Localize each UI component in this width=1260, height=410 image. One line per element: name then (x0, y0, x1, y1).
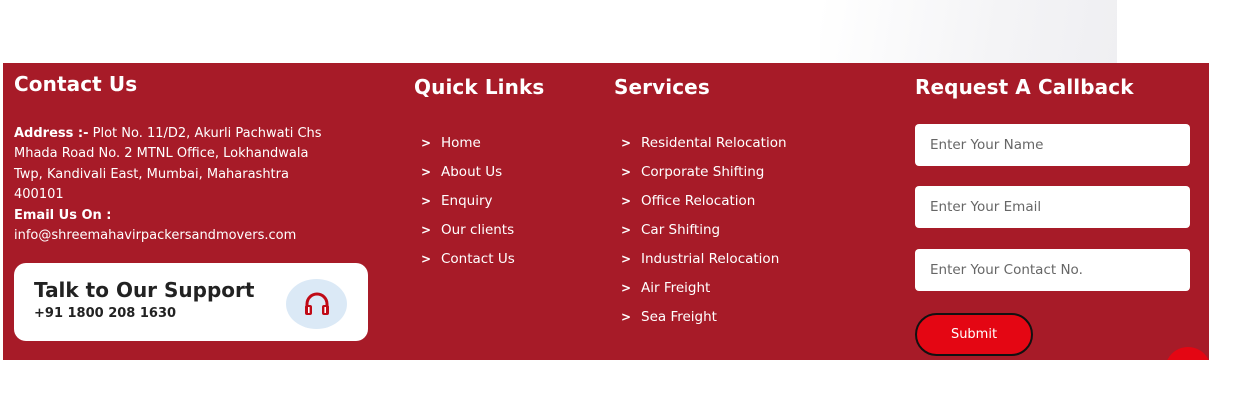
service-label: Sea Freight (641, 308, 717, 325)
quick-link-label: Home (441, 135, 481, 152)
quick-links-heading: Quick Links (414, 75, 545, 99)
chevron-right-icon: > (621, 223, 632, 238)
support-title: Talk to Our Support (34, 278, 255, 302)
chevron-right-icon: > (421, 194, 432, 209)
submit-button[interactable]: Submit (915, 313, 1033, 356)
service-label: Corporate Shifting (641, 164, 765, 181)
quick-link-home[interactable]: > Home (414, 129, 604, 158)
page-background-fade (820, 0, 1117, 63)
service-label: Industrial Relocation (641, 251, 780, 267)
quick-link-label: Contact Us (441, 251, 515, 267)
quick-link-contact-us[interactable]: > Contact Us (414, 245, 604, 274)
chevron-right-icon: > (621, 252, 632, 266)
chevron-right-icon: > (621, 165, 632, 180)
chevron-right-icon: > (421, 252, 432, 266)
quick-link-label: Enquiry (441, 193, 493, 210)
callback-form: Request A Callback Submit (915, 63, 1205, 360)
callback-heading: Request A Callback (915, 75, 1134, 99)
quick-links-column: Quick Links > Home > About Us > Enquiry > Ou… (414, 63, 604, 273)
quick-link-label: Our clients (441, 222, 515, 239)
service-link-air-freight[interactable]: > Air Freight (614, 273, 904, 302)
services-heading: Services (614, 75, 710, 99)
service-link-office-relocation[interactable]: > Office Relocation (614, 187, 904, 216)
contact-heading: Contact Us (14, 72, 138, 96)
chevron-right-icon: > (621, 309, 632, 324)
contact-details: Address :- Plot No. 11/D2, Akurli Pachwa… (14, 124, 334, 246)
chevron-right-icon: > (621, 136, 632, 151)
contact-column: Contact Us Address :- Plot No. 11/D2, Ak… (14, 63, 404, 246)
service-label: Car Shifting (641, 222, 721, 239)
headphones-icon (286, 279, 347, 329)
chevron-right-icon: > (621, 280, 632, 295)
service-link-corporate-shifting[interactable]: > Corporate Shifting (614, 158, 904, 187)
quick-links-list: > Home > About Us > Enquiry > Our clients > C… (414, 129, 604, 273)
service-link-sea-freight[interactable]: > Sea Freight (614, 302, 904, 331)
contact-number-input[interactable] (915, 249, 1190, 291)
service-label: Office Relocation (641, 193, 756, 210)
service-link-car-shifting[interactable]: > Car Shifting (614, 216, 904, 245)
service-link-industrial-relocation[interactable]: > Industrial Relocation (614, 245, 904, 274)
chevron-right-icon: > (421, 136, 432, 151)
name-input[interactable] (915, 124, 1190, 166)
services-column: Services > Residental Relocation > Corpora… (614, 63, 904, 331)
email-input[interactable] (915, 186, 1190, 228)
support-card[interactable]: Talk to Our Support +91 1800 208 1630 (14, 263, 368, 341)
chevron-right-icon: > (421, 223, 432, 238)
quick-link-about-us[interactable]: > About Us (414, 158, 604, 187)
service-link-residental-relocation[interactable]: > Residental Relocation (614, 129, 904, 158)
quick-link-our-clients[interactable]: > Our clients (414, 216, 604, 245)
address-label: Address :- (14, 126, 89, 141)
site-footer: Contact Us Address :- Plot No. 11/D2, Ak… (3, 63, 1209, 360)
chevron-right-icon: > (421, 165, 432, 180)
email-label: Email Us On : (14, 207, 112, 223)
service-label: Residental Relocation (641, 135, 787, 152)
chevron-right-icon: > (621, 194, 632, 209)
email-link[interactable]: info@shreemahavirpackersandmovers.com (14, 228, 296, 243)
service-label: Air Freight (641, 279, 711, 296)
quick-link-enquiry[interactable]: > Enquiry (414, 187, 604, 216)
support-phone[interactable]: +91 1800 208 1630 (34, 306, 176, 321)
services-list: > Residental Relocation > Corporate Shifti… (614, 129, 904, 331)
quick-link-label: About Us (441, 164, 503, 181)
